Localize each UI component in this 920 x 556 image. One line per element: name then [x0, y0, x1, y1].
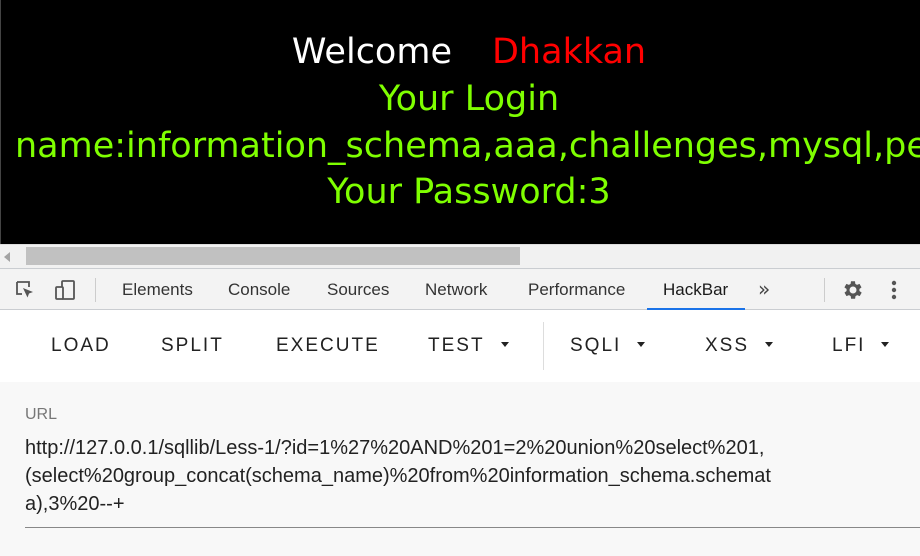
split-button[interactable]: SPLIT	[161, 332, 224, 360]
scrollbar-thumb[interactable]	[26, 247, 520, 265]
execute-button[interactable]: EXECUTE	[276, 332, 380, 360]
sqli-dropdown-button[interactable]: SQLI	[570, 332, 646, 360]
url-line: http://127.0.0.1/sqllib/Less-1/?id=1%27%…	[25, 437, 765, 459]
hackbar-toolbar: LOAD SPLIT EXECUTE TEST SQLI XSS LFI	[0, 310, 920, 382]
lfi-button-label: LFI	[832, 335, 866, 356]
xss-dropdown-button[interactable]: XSS	[705, 332, 774, 360]
toolbar-divider	[543, 322, 544, 370]
page-viewport: Welcome Dhakkan Your Login name:informati…	[0, 0, 920, 244]
welcome-line: Welcome Dhakkan	[1, 30, 920, 74]
caret-down-icon	[500, 341, 509, 347]
url-field-underline	[25, 527, 920, 528]
more-tabs-icon[interactable]: »	[758, 277, 770, 301]
caret-down-icon	[765, 341, 774, 347]
devtools-tab-bar: Elements Console Sources Network Perform…	[0, 268, 920, 310]
password-result: Your Password:3	[327, 172, 611, 212]
url-textarea[interactable]: http://127.0.0.1/sqllib/Less-1/?id=1%27%…	[25, 434, 920, 518]
horizontal-scrollbar[interactable]	[0, 244, 920, 268]
url-line: (select%20group_concat(schema_name)%20fr…	[25, 465, 771, 487]
load-button[interactable]: LOAD	[51, 332, 111, 360]
url-field-container: URL http://127.0.0.1/sqllib/Less-1/?id=1…	[0, 382, 920, 556]
url-line: a),3%20--+	[25, 493, 125, 515]
welcome-username: Dhakkan	[491, 32, 647, 72]
caret-down-icon	[637, 341, 646, 347]
welcome-text: Welcome	[291, 32, 452, 72]
tab-console[interactable]: Console	[228, 269, 290, 310]
device-toolbar-icon[interactable]	[54, 279, 76, 301]
tab-hackbar[interactable]: HackBar	[646, 269, 746, 310]
tab-elements[interactable]: Elements	[122, 269, 193, 310]
tab-performance[interactable]: Performance	[528, 269, 625, 310]
xss-button-label: XSS	[705, 335, 750, 356]
sqli-button-label: SQLI	[570, 335, 622, 356]
toolbar-divider	[824, 278, 825, 302]
inspect-element-icon[interactable]	[14, 279, 36, 301]
caret-down-icon	[881, 341, 890, 347]
kebab-menu-icon[interactable]	[884, 278, 904, 302]
url-label: URL	[25, 406, 58, 423]
toolbar-divider	[95, 278, 96, 302]
login-name-result: name:information_schema,aaa,challenges,m…	[15, 126, 920, 166]
tab-network[interactable]: Network	[425, 269, 487, 310]
lfi-dropdown-button[interactable]: LFI	[832, 332, 890, 360]
login-label: Your Login	[378, 79, 560, 119]
tab-sources[interactable]: Sources	[327, 269, 389, 310]
scroll-left-arrow-icon[interactable]	[4, 252, 10, 262]
test-button-label: TEST	[428, 335, 485, 356]
settings-gear-icon[interactable]	[840, 278, 864, 302]
test-dropdown-button[interactable]: TEST	[428, 332, 509, 360]
